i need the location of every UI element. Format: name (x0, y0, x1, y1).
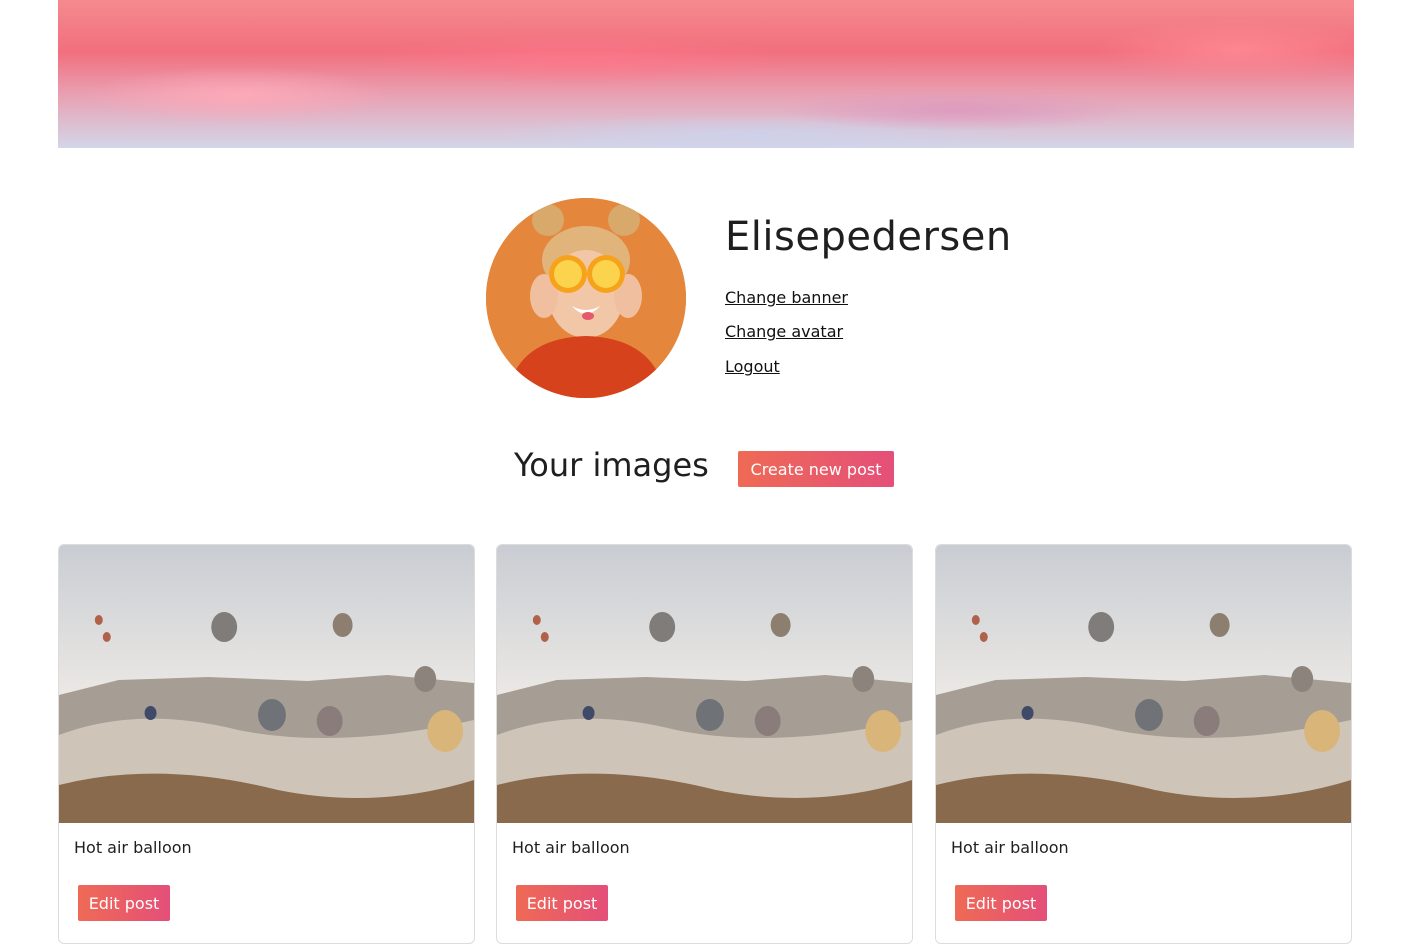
avatar-image (486, 198, 686, 398)
post-card: Hot air balloon Edit post (58, 544, 475, 944)
post-image (59, 545, 474, 823)
post-card: Hot air balloon Edit post (496, 544, 913, 944)
profile-username: Elisepedersen (725, 214, 1012, 260)
post-title: Hot air balloon (512, 838, 630, 857)
logout-link[interactable]: Logout (725, 357, 780, 376)
edit-post-button[interactable]: Edit post (955, 885, 1047, 921)
edit-post-button[interactable]: Edit post (516, 885, 608, 921)
create-new-post-button[interactable]: Create new post (738, 451, 894, 487)
post-image (936, 545, 1351, 823)
post-title: Hot air balloon (951, 838, 1069, 857)
change-banner-link[interactable]: Change banner (725, 288, 848, 307)
change-avatar-link[interactable]: Change avatar (725, 322, 843, 341)
post-image (497, 545, 912, 823)
avatar (486, 198, 686, 398)
profile-banner (58, 0, 1354, 148)
your-images-title: Your images (514, 446, 709, 484)
post-card: Hot air balloon Edit post (935, 544, 1352, 944)
edit-post-button[interactable]: Edit post (78, 885, 170, 921)
post-title: Hot air balloon (74, 838, 192, 857)
